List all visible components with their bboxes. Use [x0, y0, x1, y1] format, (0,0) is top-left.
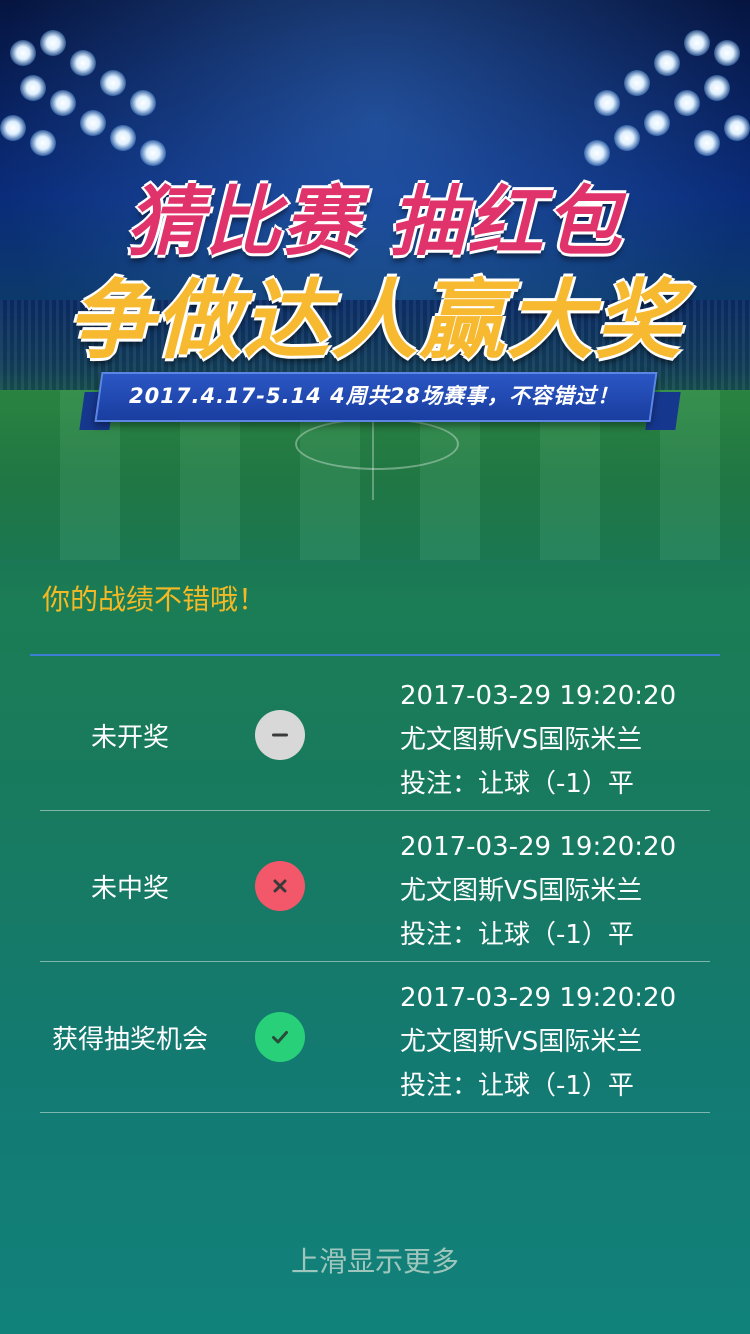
banner-title-line2: 争做达人赢大奖: [67, 271, 683, 371]
record-status: 获得抽奖机会: [51, 1024, 208, 1055]
record-bet: 投注：让球（-1）平: [400, 769, 634, 799]
bet-record-row[interactable]: 未开奖 2017-03-29 19:20:20 尤文图斯VS国际米兰 投注：让球…: [40, 660, 710, 811]
bet-record-row[interactable]: 获得抽奖机会 2017-03-29 19:20:20 尤文图斯VS国际米兰 投注…: [40, 962, 710, 1113]
check-icon: [255, 1012, 305, 1062]
stadium-lights-right: [560, 20, 750, 180]
record-datetime: 2017-03-29 19:20:20: [400, 983, 677, 1013]
stadium-lights-left: [0, 20, 190, 180]
hero-banner: 猜比赛 抽红包 争做达人赢大奖 2017.4.17-5.14 4周共28场赛事，…: [0, 0, 750, 560]
record-info: 2017-03-29 19:20:20 尤文图斯VS国际米兰 投注：让球（-1）…: [400, 976, 710, 1108]
record-datetime: 2017-03-29 19:20:20: [400, 681, 677, 711]
bet-record-row[interactable]: 未中奖 2017-03-29 19:20:20 尤文图斯VS国际米兰 投注：让球…: [40, 811, 710, 962]
record-match: 尤文图斯VS国际米兰: [400, 725, 643, 755]
record-bet: 投注：让球（-1）平: [400, 1071, 634, 1101]
record-status: 未开奖: [90, 722, 169, 753]
record-match: 尤文图斯VS国际米兰: [400, 876, 643, 906]
minus-icon: [255, 710, 305, 760]
record-datetime: 2017-03-29 19:20:20: [400, 832, 677, 862]
bet-records-list: 未开奖 2017-03-29 19:20:20 尤文图斯VS国际米兰 投注：让球…: [40, 660, 710, 1113]
pitch-center-circle: [295, 418, 459, 470]
record-status: 未中奖: [90, 873, 169, 904]
record-bet: 投注：让球（-1）平: [400, 920, 634, 950]
swipe-up-hint[interactable]: 上滑显示更多: [0, 1240, 750, 1280]
event-date-text: 2017.4.17-5.14 4周共28场赛事，不容错过！: [129, 384, 619, 408]
record-info: 2017-03-29 19:20:20 尤文图斯VS国际米兰 投注：让球（-1）…: [400, 674, 710, 806]
close-icon: [255, 861, 305, 911]
record-title: 你的战绩不错哦！: [42, 583, 267, 616]
record-match: 尤文图斯VS国际米兰: [400, 1027, 643, 1057]
record-info: 2017-03-29 19:20:20 尤文图斯VS国际米兰 投注：让球（-1）…: [400, 825, 710, 957]
section-divider: [30, 654, 720, 656]
